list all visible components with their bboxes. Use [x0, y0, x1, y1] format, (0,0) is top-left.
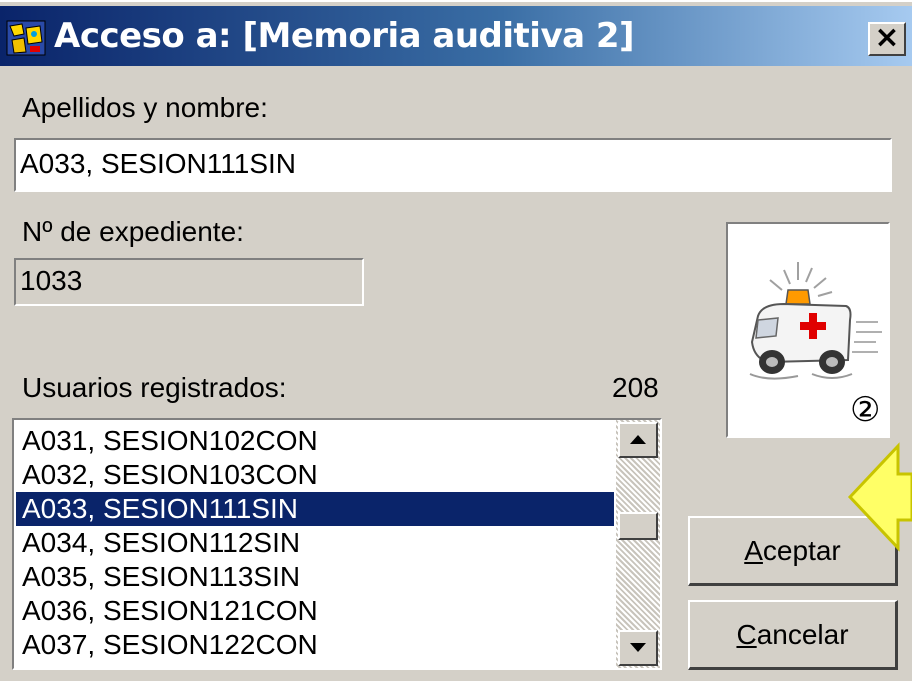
- users-listbox[interactable]: A031, SESION102CON A032, SESION103CON A0…: [12, 418, 662, 670]
- cancel-button[interactable]: Cancelar: [688, 600, 898, 670]
- list-scrollbar[interactable]: [616, 420, 660, 668]
- exercise-picture: ②: [726, 222, 890, 438]
- scroll-thumb[interactable]: [618, 512, 658, 540]
- list-item-selected[interactable]: A033, SESION111SIN: [16, 492, 614, 526]
- scroll-down-button[interactable]: [618, 630, 658, 666]
- record-number-field: 1033: [14, 258, 364, 306]
- list-item[interactable]: A031, SESION102CON: [16, 424, 614, 458]
- cancel-label: ancelar: [756, 619, 849, 650]
- pointer-arrow-icon: [847, 442, 912, 552]
- name-value: A033, SESION111SIN: [20, 148, 296, 179]
- registered-users-count: 208: [612, 372, 659, 403]
- close-button[interactable]: ×: [868, 22, 906, 56]
- app-icon: [6, 20, 46, 56]
- list-item[interactable]: A034, SESION112SIN: [16, 526, 614, 560]
- scroll-up-button[interactable]: [618, 422, 658, 458]
- title-bar[interactable]: Acceso a: [Memoria auditiva 2] ×: [0, 6, 912, 66]
- record-number-value: 1033: [20, 265, 83, 296]
- window-title: Acceso a: [Memoria auditiva 2]: [54, 16, 635, 56]
- accept-label: ceptar: [762, 535, 841, 566]
- registered-users-label: Usuarios registrados:: [22, 372, 287, 403]
- name-field[interactable]: A033, SESION111SIN: [14, 138, 892, 192]
- list-item[interactable]: A037, SESION122CON: [16, 628, 614, 662]
- dialog-window: Acceso a: [Memoria auditiva 2] × Apellid…: [0, 0, 912, 681]
- close-icon: ×: [874, 20, 900, 55]
- list-item[interactable]: A036, SESION121CON: [16, 594, 614, 628]
- arrow-up-icon: [630, 435, 646, 444]
- cancel-mnemonic: C: [736, 619, 757, 650]
- name-label: Apellidos y nombre:: [22, 92, 268, 123]
- exercise-number-badge: ②: [850, 390, 881, 430]
- list-item[interactable]: A035, SESION113SIN: [16, 560, 614, 594]
- accept-mnemonic: A: [744, 535, 763, 566]
- list-item[interactable]: A032, SESION103CON: [16, 458, 614, 492]
- arrow-down-icon: [630, 643, 646, 652]
- record-number-label: Nº de expediente:: [22, 216, 244, 247]
